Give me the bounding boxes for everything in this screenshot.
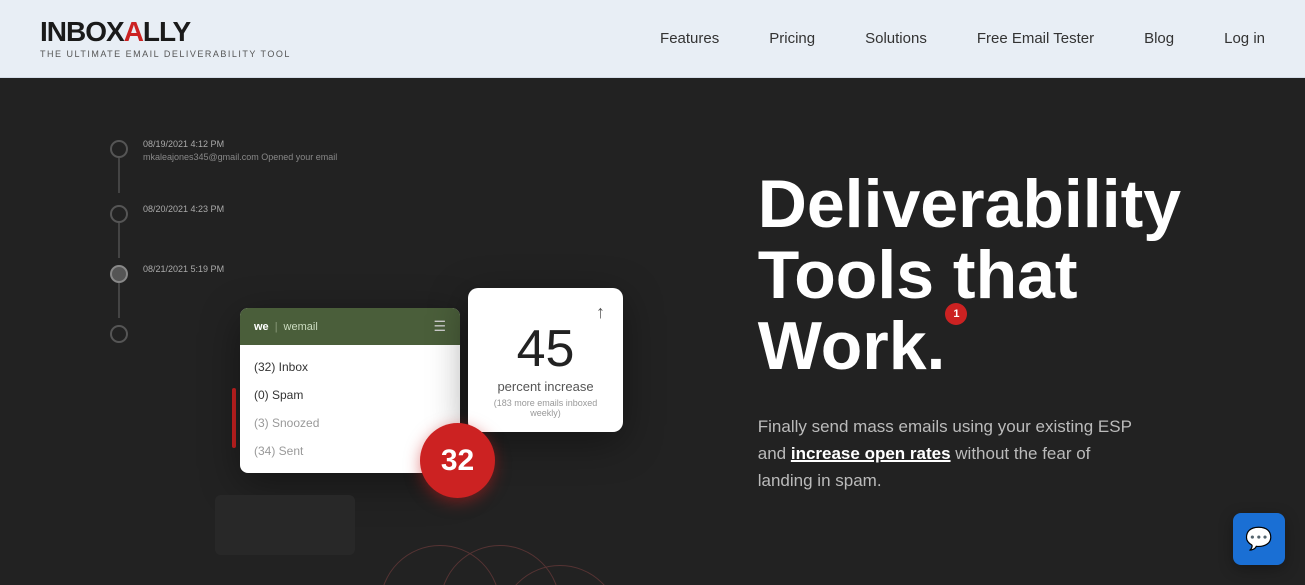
inbox-count-badge: 32 bbox=[420, 423, 495, 498]
brand-we: we bbox=[254, 321, 269, 333]
red-bar bbox=[232, 388, 236, 448]
email-brand: we | wemail bbox=[254, 321, 318, 333]
header: INBOXALLY THE ULTIMATE EMAIL DELIVERABIL… bbox=[0, 0, 1305, 78]
email-row-spam: (0) Spam bbox=[240, 381, 460, 409]
nav-login[interactable]: Log in bbox=[1224, 30, 1265, 47]
timeline-dot-active bbox=[110, 265, 128, 283]
nav-features[interactable]: Features bbox=[660, 30, 719, 47]
logo-area: INBOXALLY THE ULTIMATE EMAIL DELIVERABIL… bbox=[40, 18, 291, 59]
hamburger-icon: ☰ bbox=[433, 318, 446, 335]
hero-illustration: 08/19/2021 4:12 PM mkaleajones345@gmail.… bbox=[0, 78, 718, 585]
hero-headline: Deliverability Tools that Work. 1 bbox=[758, 169, 1245, 383]
logo-subtitle: THE ULTIMATE EMAIL DELIVERABILITY TOOL bbox=[40, 49, 291, 59]
stats-card: ↑ 45 percent increase (183 more emails i… bbox=[468, 288, 623, 432]
timeline-dot bbox=[110, 140, 128, 158]
brand-sep: | bbox=[275, 321, 278, 333]
timeline-text: 08/21/2021 5:19 PM bbox=[143, 263, 224, 276]
timeline-line bbox=[118, 283, 120, 318]
hero-text: Deliverability Tools that Work. 1 Finall… bbox=[718, 78, 1305, 585]
logo-rest: LLY bbox=[143, 16, 190, 47]
logo-inbox: INBOX bbox=[40, 16, 124, 47]
timeline-item: 08/21/2021 5:19 PM bbox=[110, 263, 337, 283]
hero-subtext: Finally send mass emails using your exis… bbox=[758, 413, 1138, 495]
hero-subtext-highlight: increase open rates bbox=[791, 444, 951, 463]
chat-widget[interactable]: 💬 bbox=[1233, 513, 1285, 565]
headline-line2: Tools that bbox=[758, 237, 1078, 313]
nav-free-email-tester[interactable]: Free Email Tester bbox=[977, 30, 1094, 47]
nav-pricing[interactable]: Pricing bbox=[769, 30, 815, 47]
email-mock-header: we | wemail ☰ bbox=[240, 308, 460, 345]
nav-solutions[interactable]: Solutions bbox=[865, 30, 927, 47]
timeline-text: 08/19/2021 4:12 PM mkaleajones345@gmail.… bbox=[143, 138, 337, 163]
timeline-dot bbox=[110, 205, 128, 223]
timeline-item: 08/20/2021 4:23 PM bbox=[110, 203, 337, 223]
stats-sublabel: (183 more emails inboxed weekly) bbox=[486, 398, 605, 418]
main-nav: Features Pricing Solutions Free Email Te… bbox=[660, 30, 1265, 47]
notification-badge: 1 bbox=[945, 303, 967, 325]
headline-line1: Deliverability bbox=[758, 166, 1181, 242]
logo-accent: A bbox=[124, 16, 143, 47]
headline-line3: Work. 1 bbox=[758, 311, 946, 382]
brand-wemail: wemail bbox=[284, 321, 318, 333]
dark-ui-card bbox=[215, 495, 355, 555]
hero-section: 08/19/2021 4:12 PM mkaleajones345@gmail.… bbox=[0, 78, 1305, 585]
chat-icon: 💬 bbox=[1245, 526, 1272, 552]
timeline-line bbox=[118, 223, 120, 258]
stats-number: 45 bbox=[486, 323, 605, 375]
timeline-text: 08/20/2021 4:23 PM bbox=[143, 203, 224, 216]
timeline-dot bbox=[110, 325, 128, 343]
stats-label: percent increase bbox=[486, 379, 605, 394]
timeline-item: 08/19/2021 4:12 PM mkaleajones345@gmail.… bbox=[110, 138, 337, 163]
timeline-line bbox=[118, 158, 120, 193]
up-arrow-icon: ↑ bbox=[596, 302, 605, 323]
email-row-inbox: (32) Inbox bbox=[240, 353, 460, 381]
email-row-snoozed: (3) Snoozed bbox=[240, 409, 460, 437]
logo: INBOXALLY bbox=[40, 18, 291, 46]
nav-blog[interactable]: Blog bbox=[1144, 30, 1174, 47]
